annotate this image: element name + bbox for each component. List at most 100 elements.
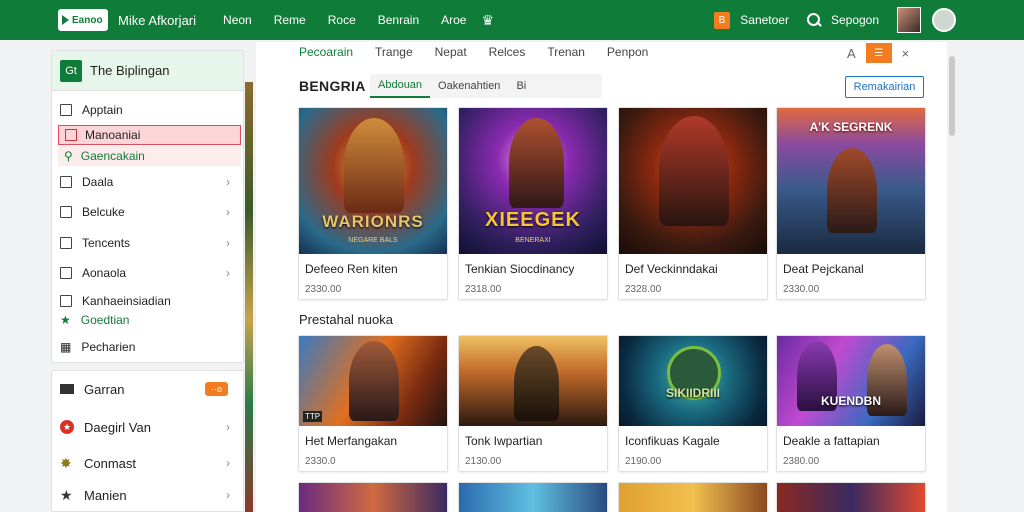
game-thumbnail [777, 483, 925, 512]
category-icon: Gt [60, 59, 82, 82]
game-card[interactable]: XIEEGEK BENERAXI Tenkian Siocdinancy 231… [458, 107, 608, 300]
chevron-right-icon: › [226, 175, 230, 189]
game-card[interactable]: Tonk Iwpartian 2130.00 [458, 335, 608, 472]
document-icon [60, 237, 72, 249]
art-title: A'K SEGRENK [809, 120, 893, 134]
tab[interactable]: Trange [375, 45, 413, 59]
game-card[interactable]: TTP Het Merfangakan 2330.0 [298, 335, 448, 472]
sidebar-subitem[interactable]: ★ Goedtian [60, 310, 238, 330]
main-nav: Neon Reme Roce Benrain Aroe [212, 13, 477, 27]
chevron-right-icon: › [226, 488, 230, 502]
game-thumbnail: A'K SEGRENK [777, 108, 925, 254]
play-icon [62, 15, 69, 25]
sidebar-item[interactable]: Kanhaeinsiadian [60, 291, 238, 311]
game-card[interactable] [298, 482, 448, 512]
recommend-button[interactable]: Remakairian [845, 76, 924, 98]
tab[interactable]: Penpon [607, 45, 648, 59]
sidebar-item[interactable]: Apptain [60, 100, 238, 120]
game-title: Def Veckinndakai [625, 262, 718, 276]
star-icon: ★ [60, 487, 73, 503]
nav-item[interactable]: Aroe [430, 13, 477, 27]
nav-item[interactable]: Neon [212, 13, 263, 27]
panel-controls: A ☰ × [847, 43, 909, 63]
sidebar-item[interactable]: Daala › [60, 172, 238, 192]
tab[interactable]: Trenan [547, 45, 585, 59]
game-thumbnail [619, 483, 767, 512]
art-title: XIEEGEK [485, 209, 581, 231]
nav-item[interactable]: Benrain [367, 13, 430, 27]
game-meta: 2380.00 [783, 456, 820, 467]
section-title: BENGRIA [299, 78, 366, 94]
sidebar-item-label: Kanhaeinsiadian [82, 294, 171, 308]
app-title: Mike Afkorjari [118, 12, 197, 28]
game-meta: 2330.00 [305, 284, 342, 295]
grid-icon: ▦ [60, 340, 72, 354]
sidebar-item-label: Conmast [84, 455, 137, 471]
game-card[interactable] [618, 482, 768, 512]
close-icon[interactable]: × [902, 46, 910, 61]
sidebar: Gt The Biplingan Apptain Manoaniai ⚲ Gae… [51, 50, 244, 363]
profile-avatar[interactable] [932, 8, 956, 32]
art-title: SIKIIDRIII [665, 386, 720, 400]
game-thumbnail: SIKIIDRIII [619, 336, 767, 426]
sidebar-item-active[interactable]: Manoaniai [58, 125, 241, 145]
sidebar-item-label: Garran [84, 381, 125, 397]
game-thumbnail [459, 483, 607, 512]
sidebar-item[interactable]: Belcuke › [60, 202, 238, 222]
document-icon [60, 206, 72, 218]
game-card[interactable]: Def Veckinndakai 2328.00 [618, 107, 768, 300]
game-thumbnail: XIEEGEK BENERAXI [459, 108, 607, 254]
chevron-right-icon: › [226, 456, 230, 470]
document-icon [60, 176, 72, 188]
chevron-right-icon: › [226, 236, 230, 250]
tab[interactable]: Nepat [435, 45, 467, 59]
game-card[interactable]: A'K SEGRENK Deat Pejckanal 2330.00 [776, 107, 926, 300]
game-meta: 2328.00 [625, 284, 662, 295]
menu-icon [60, 384, 74, 394]
sidebar-subitem[interactable]: ⚲ Gaencakain [58, 146, 241, 166]
sidebar-header[interactable]: Gt The Biplingan [52, 51, 243, 91]
tab[interactable]: Relces [489, 45, 526, 59]
user-avatar[interactable] [897, 7, 922, 33]
sidebar-item-label: Goedtian [80, 313, 130, 327]
decorative-strip [245, 82, 253, 512]
sidebar-item[interactable]: ✸ Conmast › [60, 452, 238, 474]
notification-badge[interactable]: B [713, 11, 731, 29]
subtab[interactable]: Abdouan [370, 74, 431, 98]
game-card[interactable]: SIKIIDRIII Iconfikuas Kagale 2190.00 [618, 335, 768, 472]
game-meta: 2330.0 [305, 456, 336, 467]
sidebar-item-label: Tencents [82, 236, 131, 250]
art-title: WARIONRS [322, 212, 424, 231]
app-logo[interactable]: Eanoo [58, 9, 108, 31]
sidebar-item[interactable]: ▦ Pecharien [60, 337, 238, 357]
settings-button[interactable]: ☰ [865, 43, 892, 63]
nav-item[interactable]: Roce [317, 13, 367, 27]
logo-text: Eanoo [72, 14, 103, 26]
sidebar-item[interactable]: Garran ··o [60, 378, 238, 400]
badge-icon: ✸ [60, 455, 72, 471]
sidebar-item[interactable]: Aonaola › [60, 263, 238, 283]
game-card[interactable]: KUENDBN Deakle a fattapian 2380.00 [776, 335, 926, 472]
tab[interactable]: Pecoarain [299, 45, 353, 59]
game-card[interactable]: WARIONRS NEGARE BALS Defeeo Ren kiten 23… [298, 107, 448, 300]
sidebar-item[interactable]: ★ Manien › [60, 484, 238, 506]
sidebar-item[interactable]: ★ Daegirl Van › [60, 416, 238, 438]
game-card[interactable] [776, 482, 926, 512]
game-card[interactable] [458, 482, 608, 512]
scrollbar-thumb[interactable] [949, 56, 955, 136]
game-title: Defeeo Ren kiten [305, 262, 398, 276]
sidebar-title: The Biplingan [90, 63, 170, 78]
search-label[interactable]: Sepogon [831, 13, 879, 27]
language-button[interactable]: A [847, 46, 856, 61]
subtab[interactable]: Oakenahtien [430, 74, 508, 98]
art-subtitle: BENERAXI [515, 237, 551, 244]
nav-item[interactable]: Reme [263, 13, 317, 27]
subtab[interactable]: Bi [508, 74, 534, 98]
folder-icon [65, 129, 77, 141]
sidebar-item[interactable]: Tencents › [60, 233, 238, 253]
star-icon: ★ [60, 313, 71, 327]
search-icon[interactable] [806, 13, 821, 27]
account-label[interactable]: Sanetoer [740, 13, 789, 27]
game-thumbnail [459, 336, 607, 426]
trophy-icon[interactable]: ♛ [481, 12, 494, 29]
